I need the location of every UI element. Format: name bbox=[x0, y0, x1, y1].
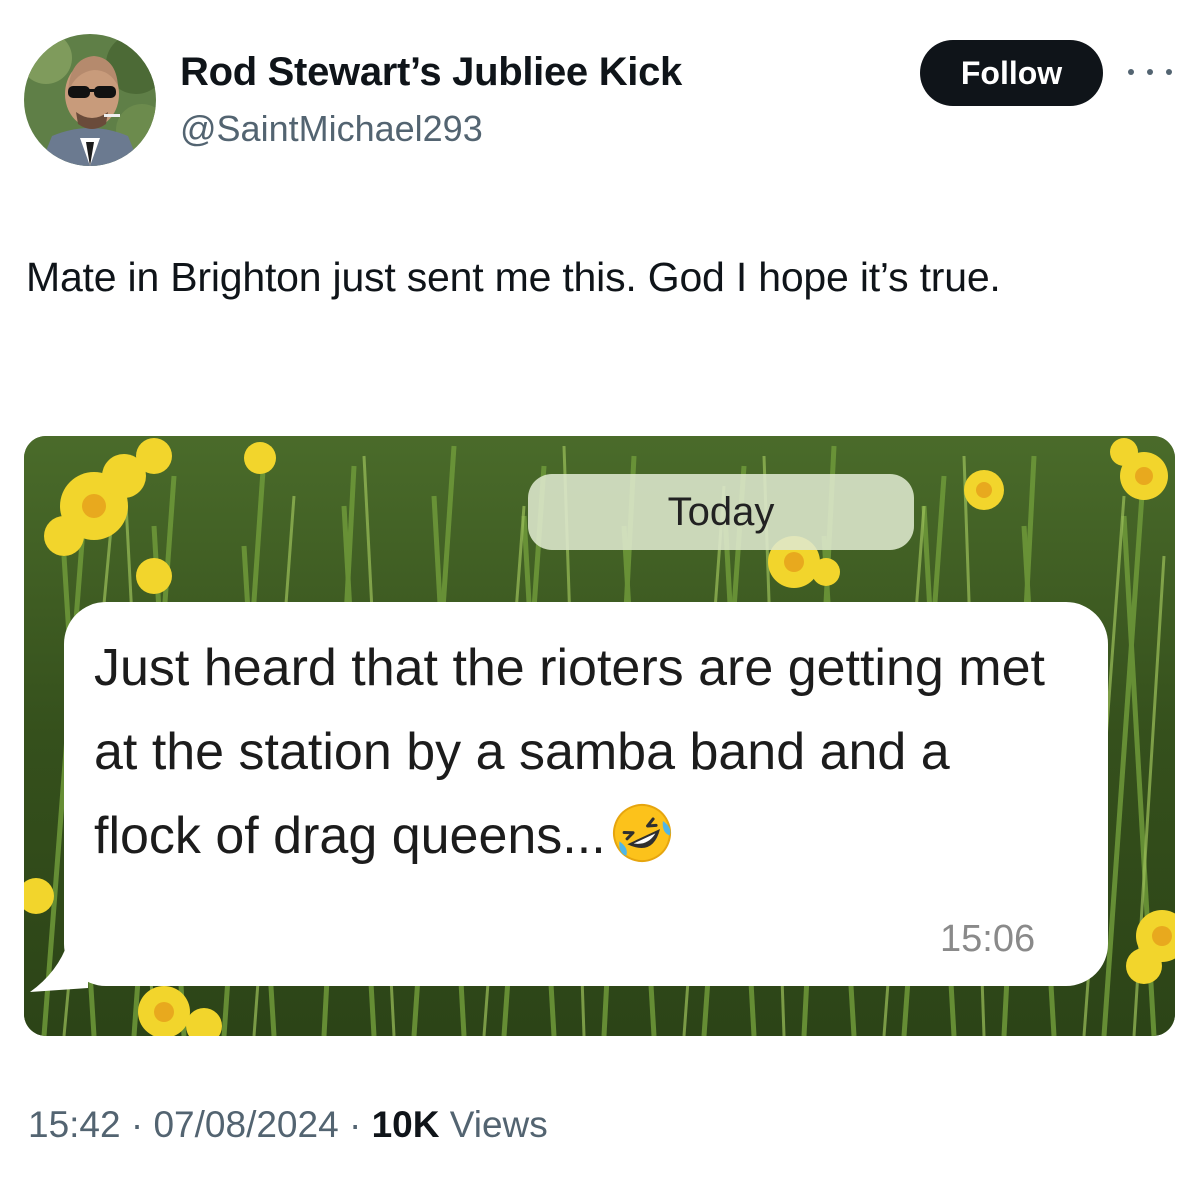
date-separator-chip: Today bbox=[528, 474, 914, 550]
message-text: Just heard that the rioters are getting … bbox=[94, 626, 1054, 878]
views-count: 10K bbox=[371, 1104, 440, 1145]
follow-button[interactable]: Follow bbox=[920, 40, 1103, 106]
message-timestamp: 15:06 bbox=[940, 918, 1036, 960]
tweet-date[interactable]: 07/08/2024 bbox=[153, 1104, 338, 1145]
meta-separator: · bbox=[338, 1104, 372, 1145]
views-label: Views bbox=[439, 1104, 548, 1145]
author-display-name[interactable]: Rod Stewart’s Jubliee Kick bbox=[180, 50, 682, 95]
author-handle[interactable]: @SaintMichael293 bbox=[180, 108, 483, 150]
tweet-media-image[interactable]: Today Just heard that the rioters are ge… bbox=[24, 436, 1175, 1036]
more-dot bbox=[1166, 69, 1172, 75]
more-horizontal-icon[interactable] bbox=[1128, 62, 1172, 82]
rolling-on-floor-laughing-emoji-icon bbox=[610, 801, 674, 865]
tweet-time[interactable]: 15:42 bbox=[28, 1104, 121, 1145]
tweet-text: Mate in Brighton just sent me this. God … bbox=[26, 254, 1001, 300]
message-body: Just heard that the rioters are getting … bbox=[94, 639, 1045, 865]
avatar[interactable] bbox=[24, 34, 156, 166]
more-dot bbox=[1128, 69, 1134, 75]
tweet-meta: 15:42 · 07/08/2024 · 10K Views bbox=[28, 1104, 548, 1146]
avatar-image bbox=[24, 34, 156, 166]
more-dot bbox=[1147, 69, 1153, 75]
meta-separator: · bbox=[120, 1104, 154, 1145]
